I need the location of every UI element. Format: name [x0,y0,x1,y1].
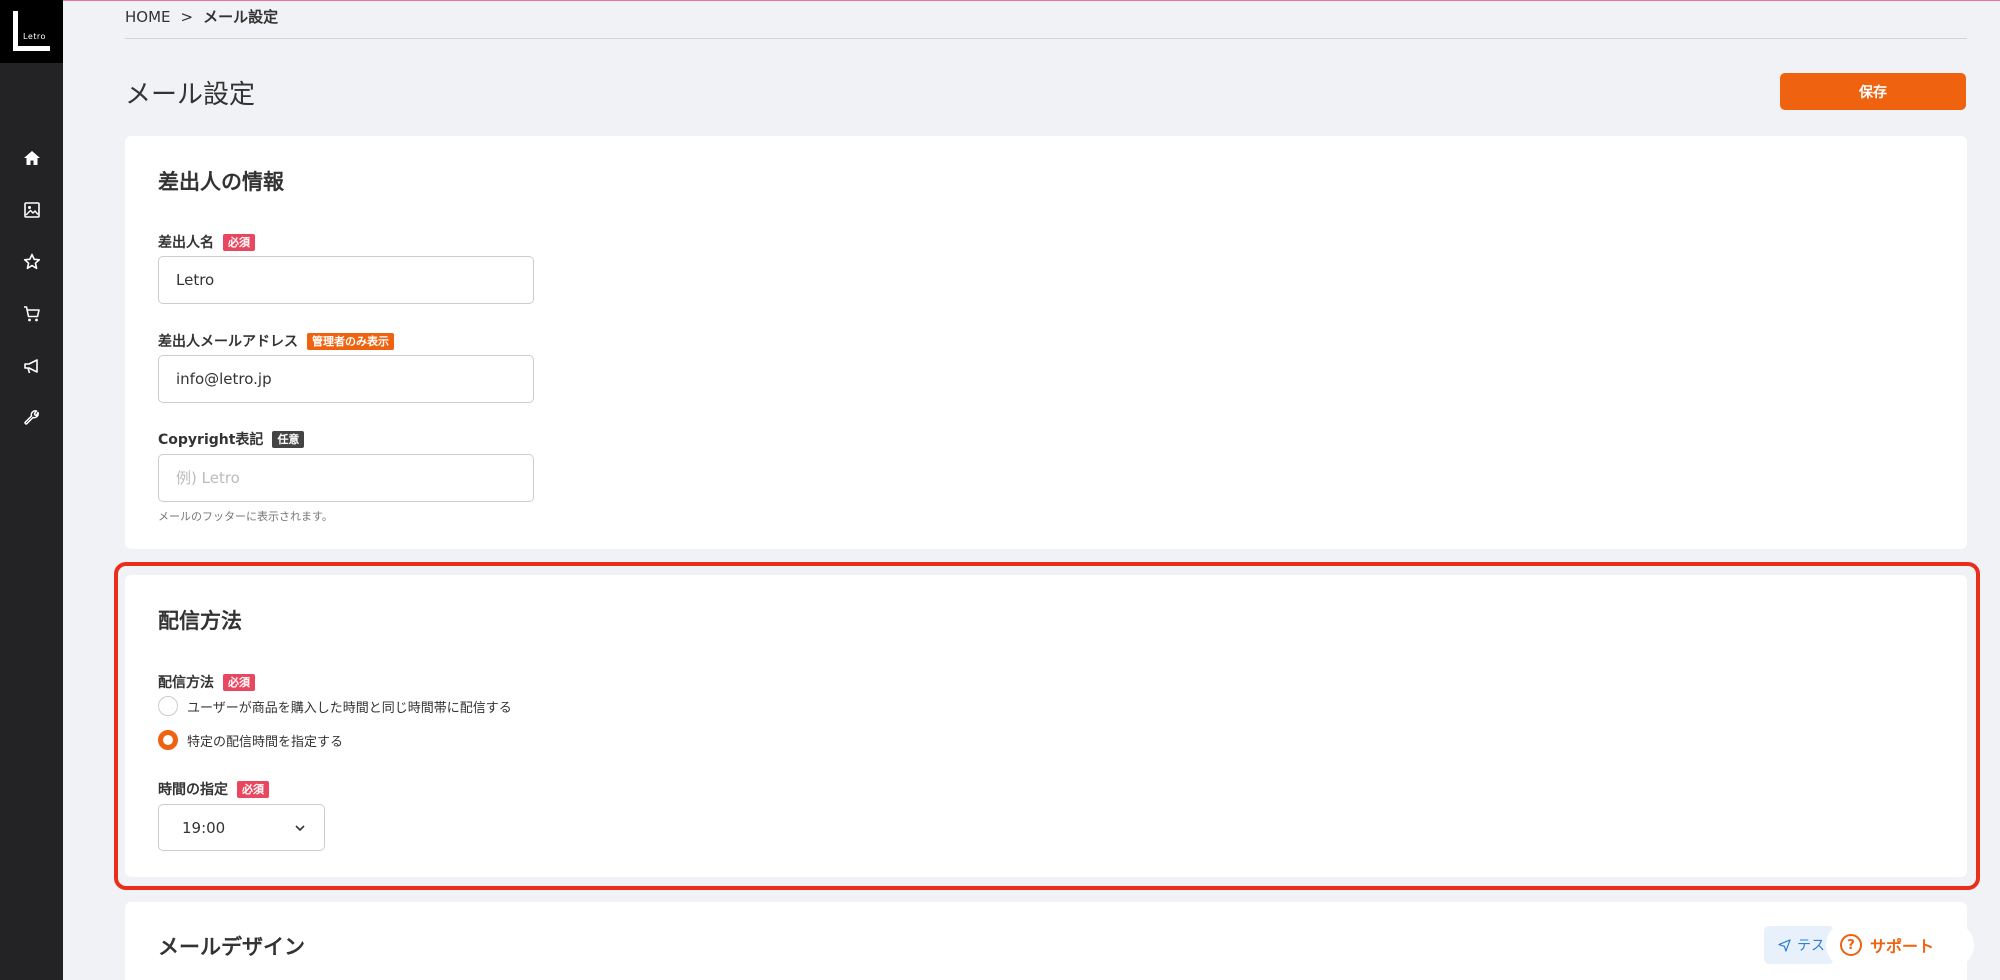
chevron-down-icon [295,824,305,831]
cart-icon[interactable] [20,302,44,326]
megaphone-icon[interactable] [20,354,44,378]
radio-option-specific-time[interactable]: 特定の配信時間を指定する [158,730,343,750]
required-badge: 必須 [223,673,255,691]
breadcrumb-separator: > [180,7,194,26]
delivery-method-card: 配信方法 配信方法 必須 ユーザーが商品を購入した時間と同じ時間帯に配信する 特… [125,575,1967,877]
logo-text: Letro [23,32,46,41]
copyright-label: Copyright表記 任意 [158,429,305,449]
sender-email-label: 差出人メールアドレス 管理者のみ表示 [158,331,394,351]
radio-unchecked[interactable] [158,696,178,716]
admin-only-badge: 管理者のみ表示 [307,332,394,350]
time-select[interactable]: 19:00 [158,804,325,851]
image-icon[interactable] [20,198,44,222]
design-section-title: メールデザイン [158,935,305,959]
home-icon[interactable] [20,146,44,170]
optional-badge: 任意 [272,430,305,448]
required-badge: 必須 [237,780,269,798]
copyright-hint: メールのフッターに表示されます。 [158,510,333,523]
test-send-button[interactable]: テス [1764,926,1834,964]
logo[interactable]: Letro [0,0,63,63]
breadcrumb: HOME > メール設定 [125,6,278,27]
sender-section-title: 差出人の情報 [158,170,284,194]
save-button[interactable]: 保存 [1780,73,1966,110]
page-title: メール設定 [125,80,256,110]
sender-email-field[interactable] [158,355,534,403]
sender-name-field[interactable] [158,256,534,304]
star-icon[interactable] [20,250,44,274]
time-label: 時間の指定 必須 [158,779,269,799]
breadcrumb-current: メール設定 [203,8,279,26]
wrench-icon[interactable] [20,406,44,430]
support-button[interactable]: ? サポート [1826,922,1974,968]
help-icon: ? [1840,934,1862,956]
mail-design-card: メールデザイン [125,902,1967,980]
send-icon [1778,938,1791,952]
breadcrumb-home[interactable]: HOME [125,8,171,26]
sender-info-card: 差出人の情報 差出人名 必須 差出人メールアドレス 管理者のみ表示 Copyri… [125,136,1967,549]
delivery-section-title: 配信方法 [158,609,242,633]
time-select-value: 19:00 [182,818,226,837]
divider [125,38,1967,39]
top-accent-line [0,0,2000,1]
radio-checked[interactable] [158,730,178,750]
sidebar: Letro [0,0,63,980]
delivery-method-label: 配信方法 必須 [158,672,255,692]
sender-name-label: 差出人名 必須 [158,232,255,252]
radio-option-purchase-time[interactable]: ユーザーが商品を購入した時間と同じ時間帯に配信する [158,696,512,716]
required-badge: 必須 [223,233,255,251]
copyright-field[interactable] [158,454,534,502]
